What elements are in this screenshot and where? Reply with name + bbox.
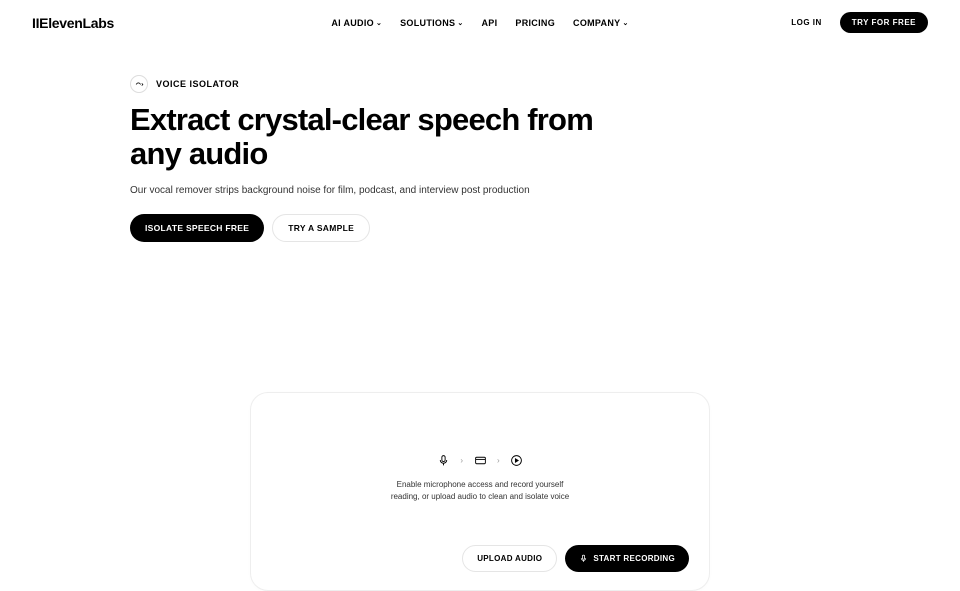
card-actions: UPLOAD AUDIO START RECORDING: [271, 545, 689, 572]
nav-company[interactable]: COMPANY⌄: [573, 18, 629, 28]
chevron-down-icon: ⌄: [457, 19, 463, 27]
nav-api[interactable]: API: [482, 18, 498, 28]
chevron-right-icon: ›: [497, 456, 500, 465]
login-button[interactable]: LOG IN: [781, 13, 832, 32]
mic-icon: [579, 554, 588, 563]
chevron-down-icon: ⌄: [622, 19, 628, 27]
upload-card: › › Enable microphone access and record …: [250, 392, 710, 591]
nav-solutions[interactable]: SOLUTIONS⌄: [400, 18, 463, 28]
file-icon: [473, 453, 487, 467]
logo[interactable]: IIElevenLabs: [32, 15, 114, 31]
page-subtitle: Our vocal remover strips background nois…: [130, 185, 830, 196]
header: IIElevenLabs AI AUDIO⌄ SOLUTIONS⌄ API PR…: [0, 0, 960, 45]
voice-isolator-icon: [130, 75, 148, 93]
badge-label: VOICE ISOLATOR: [156, 79, 239, 89]
process-icons: › ›: [271, 453, 689, 467]
try-free-button[interactable]: TRY FOR FREE: [840, 12, 928, 33]
isolate-speech-button[interactable]: ISOLATE SPEECH FREE: [130, 214, 264, 242]
chevron-right-icon: ›: [460, 456, 463, 465]
header-actions: LOG IN TRY FOR FREE: [781, 12, 928, 33]
chevron-down-icon: ⌄: [376, 19, 382, 27]
upload-audio-button[interactable]: UPLOAD AUDIO: [462, 545, 557, 572]
main: VOICE ISOLATOR Extract crystal-clear spe…: [0, 45, 960, 591]
card-instructions: Enable microphone access and record your…: [390, 479, 570, 503]
hero-cta-row: ISOLATE SPEECH FREE TRY A SAMPLE: [130, 214, 830, 242]
try-sample-button[interactable]: TRY A SAMPLE: [272, 214, 370, 242]
mic-icon: [436, 453, 450, 467]
page-title: Extract crystal-clear speech from any au…: [130, 103, 630, 171]
main-nav: AI AUDIO⌄ SOLUTIONS⌄ API PRICING COMPANY…: [331, 18, 628, 28]
product-badge: VOICE ISOLATOR: [130, 75, 830, 93]
nav-pricing[interactable]: PRICING: [515, 18, 555, 28]
play-icon: [510, 453, 524, 467]
start-recording-button[interactable]: START RECORDING: [565, 545, 689, 572]
nav-ai-audio[interactable]: AI AUDIO⌄: [331, 18, 382, 28]
